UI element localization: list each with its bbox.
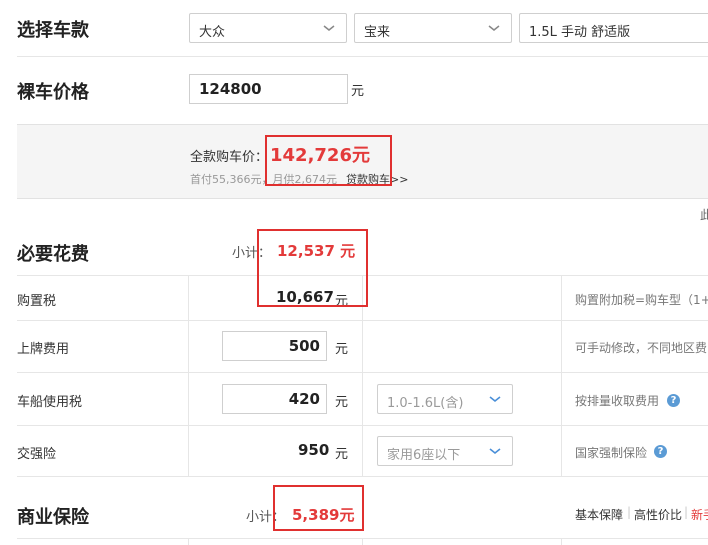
chevron-down-icon: [489, 396, 501, 403]
vehicle-tax-input[interactable]: 420: [222, 384, 327, 414]
vehicle-tax-unit: 元: [335, 395, 349, 410]
compulsory-insurance-unit: 元: [335, 447, 349, 462]
vehicle-tax-note: 按排量收取费用: [575, 394, 660, 408]
row-label-compulsory-insurance: 交强险: [17, 447, 57, 462]
purchase-tax-note: 购置附加税=购车型（1+: [575, 293, 708, 307]
chevron-down-icon: [488, 25, 500, 31]
plate-fee-unit: 元: [335, 342, 349, 357]
column-divider: [561, 275, 562, 476]
trim-select[interactable]: 1.5L 手动 舒适版: [519, 13, 708, 43]
tab-high-value[interactable]: 高性价比: [634, 506, 682, 523]
full-price-label: 全款购车价：: [190, 150, 269, 165]
necessary-title: 必要花费: [17, 244, 89, 265]
tab-separator: |: [627, 505, 632, 519]
bare-price-value: 124800: [199, 80, 262, 98]
bare-price-unit: 元: [351, 84, 365, 99]
bare-price-title: 裸车价格: [17, 82, 89, 103]
trim-select-value: 1.5L 手动 舒适版: [529, 25, 631, 40]
brand-select[interactable]: 大众: [189, 13, 347, 43]
plate-fee-note: 可手动修改，不同地区费: [575, 341, 708, 355]
plate-fee-input[interactable]: 500: [222, 331, 327, 361]
brand-select-value: 大众: [199, 25, 226, 40]
chevron-down-icon: [323, 25, 335, 31]
seat-type-select-value: 家用6座以下: [387, 448, 461, 463]
bare-price-input[interactable]: 124800: [189, 74, 348, 104]
model-select-value: 宝来: [364, 25, 391, 40]
column-divider: [188, 275, 189, 476]
row-label-purchase-tax: 购置税: [17, 294, 57, 309]
row-label-plate-fee: 上牌费用: [17, 342, 70, 357]
help-icon[interactable]: ?: [654, 445, 667, 458]
tab-new-driver[interactable]: 新手: [691, 506, 708, 523]
compulsory-insurance-note: 国家强制保险: [575, 446, 648, 460]
select-car-title: 选择车款: [17, 20, 89, 41]
displacement-select[interactable]: 1.0-1.6L(含): [377, 384, 513, 414]
tab-separator: |: [684, 505, 689, 519]
column-divider: [362, 538, 363, 545]
plate-fee-value: 500: [288, 337, 320, 355]
vehicle-tax-value: 420: [288, 390, 320, 408]
commercial-title: 商业保险: [17, 507, 89, 528]
tab-basic-protection[interactable]: 基本保障: [575, 506, 623, 523]
column-divider: [561, 538, 562, 545]
highlight-box-full-price: [265, 135, 392, 186]
chevron-down-icon: [489, 448, 501, 455]
highlight-box-commercial: [273, 485, 364, 531]
highlight-box-necessary: [257, 229, 368, 307]
displacement-select-value: 1.0-1.6L(含): [387, 396, 464, 411]
seat-type-select[interactable]: 家用6座以下: [377, 436, 513, 466]
help-icon[interactable]: ?: [667, 394, 680, 407]
divider: [17, 56, 708, 57]
row-label-vehicle-tax: 车船使用税: [17, 395, 83, 410]
edge-text: 此: [700, 208, 708, 222]
model-select[interactable]: 宝来: [354, 13, 512, 43]
compulsory-insurance-value: 950: [298, 441, 330, 459]
divider: [17, 476, 708, 477]
column-divider: [188, 538, 189, 545]
